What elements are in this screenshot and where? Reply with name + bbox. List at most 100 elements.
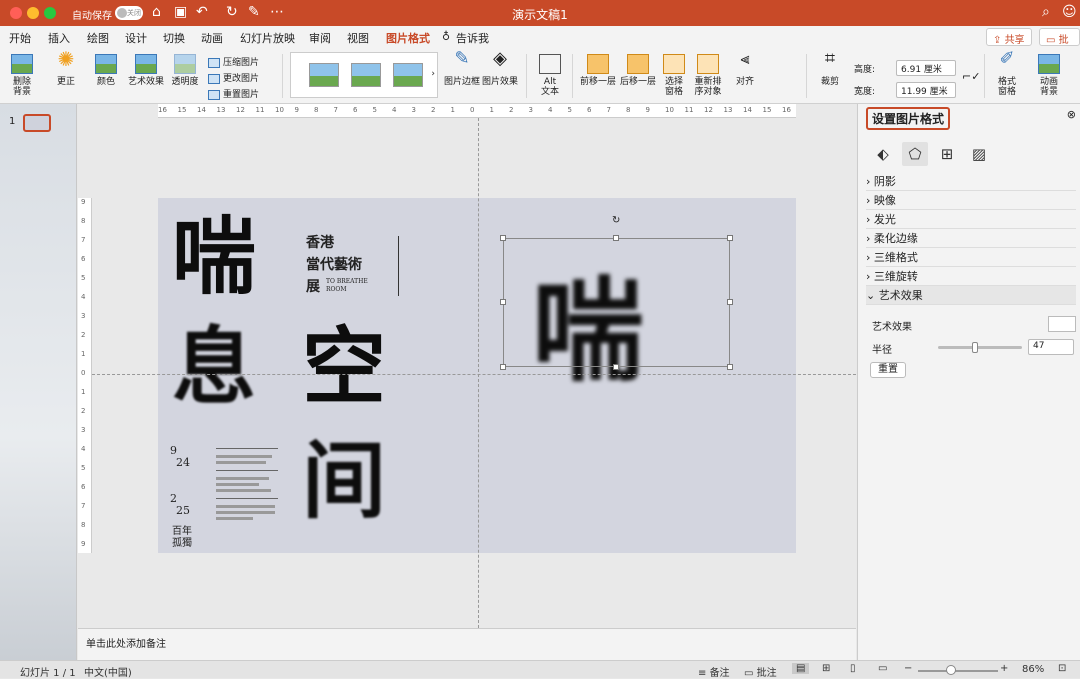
tab-tell-me[interactable]: 告诉我: [456, 30, 489, 46]
picture-style-1[interactable]: [309, 63, 339, 87]
resize-handle[interactable]: [613, 235, 619, 241]
picture-effects-button[interactable]: ◈ 图片效果: [482, 50, 518, 88]
tab-review[interactable]: 审阅: [309, 30, 331, 46]
transparency-button[interactable]: 透明度: [168, 54, 202, 87]
picture-style-2[interactable]: [351, 63, 381, 87]
ruler-tick-label: 3: [81, 312, 86, 320]
section-glow[interactable]: › 发光: [866, 210, 1076, 229]
language-indicator[interactable]: 中文(中国): [84, 664, 132, 679]
tab-slideshow[interactable]: 幻灯片放映: [240, 30, 295, 46]
zoom-slider-knob[interactable]: [946, 665, 956, 675]
slide-thumbnail[interactable]: [23, 114, 51, 132]
rotate-handle-icon[interactable]: ↻: [612, 215, 620, 226]
zoom-slider[interactable]: [918, 670, 998, 672]
bring-forward-button[interactable]: 前移一层: [580, 54, 616, 87]
resize-handle[interactable]: [727, 299, 733, 305]
resize-handle[interactable]: [613, 364, 619, 370]
comments-toggle[interactable]: ▭ 批注: [744, 664, 777, 679]
resize-handle[interactable]: [500, 235, 506, 241]
effects-pentagon-icon[interactable]: ⬠: [902, 142, 928, 166]
radius-label: 半径: [872, 345, 892, 356]
reset-picture-button[interactable]: 重置图片: [208, 87, 259, 100]
corrections-button[interactable]: ✺ 更正: [50, 49, 82, 87]
ruler-tick-label: 4: [81, 293, 86, 301]
notes-toggle[interactable]: ≡ 备注: [698, 664, 730, 679]
resize-handle[interactable]: [500, 299, 506, 305]
fit-slide-icon[interactable]: ⊡: [1058, 663, 1066, 674]
artistic-effects-button[interactable]: 艺术效果: [126, 54, 166, 87]
tab-animations[interactable]: 动画: [201, 30, 223, 46]
picture-style-3[interactable]: [393, 63, 423, 87]
fill-line-icon[interactable]: ⬖: [870, 142, 896, 166]
picture-border-button[interactable]: ✎ 图片边框: [444, 50, 480, 88]
section-artistic-effects[interactable]: ⌄ 艺术效果: [866, 286, 1076, 305]
picture-styles-gallery: ›: [290, 52, 438, 98]
crop-button[interactable]: ⌗ 裁剪: [814, 50, 846, 88]
radius-slider[interactable]: [938, 342, 1022, 353]
normal-view-icon[interactable]: ▤: [792, 663, 810, 674]
section-shadow[interactable]: › 阴影: [866, 172, 1076, 191]
ribbon-divider: [806, 54, 807, 98]
tab-insert[interactable]: 插入: [48, 30, 70, 46]
zoom-out-icon[interactable]: −: [904, 663, 912, 674]
height-field[interactable]: 6.91 厘米: [896, 60, 956, 76]
animated-background-button[interactable]: 动画 背景: [1034, 54, 1064, 97]
reset-button[interactable]: 重置: [870, 362, 906, 378]
ruler-tick-label: 5: [81, 274, 86, 282]
slideshow-icon[interactable]: ▭: [878, 663, 887, 674]
color-button[interactable]: 颜色: [90, 54, 122, 87]
reset-picture-icon: [208, 89, 220, 100]
tab-picture-format[interactable]: 图片格式: [386, 30, 430, 50]
ruler-tick-label: 4: [548, 106, 553, 114]
share-button[interactable]: ⇪ 共享: [986, 28, 1032, 46]
width-field[interactable]: 11.99 厘米: [896, 82, 956, 98]
artistic-effect-dropdown[interactable]: [1048, 316, 1076, 332]
section-3d-format[interactable]: › 三维格式: [866, 248, 1076, 267]
zoom-in-icon[interactable]: +: [1000, 663, 1008, 674]
date-day-start: 24: [176, 456, 190, 469]
format-pane-button[interactable]: ✐ 格式 窗格: [992, 50, 1022, 98]
section-3d-rotation[interactable]: › 三维旋转: [866, 267, 1076, 286]
picture-icon[interactable]: ▨: [966, 142, 992, 166]
resize-handle[interactable]: [500, 364, 506, 370]
radius-field[interactable]: 47: [1028, 339, 1074, 355]
ribbon-toolbar: 删除 背景 ✺ 更正 颜色 艺术效果 透明度 压缩图片 更改图片 重置图片 › ✎…: [0, 48, 1080, 104]
reorder-objects-button[interactable]: 重新排 序对象: [692, 54, 724, 97]
ruler-tick-label: 9: [645, 106, 650, 114]
ribbon-divider: [984, 54, 985, 98]
ruler-tick-label: 13: [723, 106, 733, 114]
vertical-guide[interactable]: [478, 118, 479, 628]
selected-picture-frame[interactable]: [503, 238, 730, 367]
alt-text-button[interactable]: Alt 文本: [536, 54, 564, 97]
compress-pictures-button[interactable]: 压缩图片: [208, 55, 259, 68]
remove-background-button[interactable]: 删除 背景: [6, 54, 38, 97]
tab-home[interactable]: 开始: [9, 30, 31, 46]
tab-view[interactable]: 视图: [347, 30, 369, 46]
size-properties-icon[interactable]: ⊞: [934, 142, 960, 166]
lock-aspect-icon[interactable]: ⌐✓: [962, 70, 980, 83]
tab-draw[interactable]: 绘图: [87, 30, 109, 46]
account-icon[interactable]: ☺: [1062, 4, 1077, 20]
slide-sorter-icon[interactable]: ⊞: [822, 663, 830, 674]
gallery-more-icon[interactable]: ›: [431, 69, 435, 79]
send-backward-button[interactable]: 后移一层: [620, 54, 656, 87]
comment-button[interactable]: ▭ 批注: [1039, 28, 1080, 61]
search-icon[interactable]: ⌕: [1042, 4, 1050, 20]
resize-handle[interactable]: [727, 235, 733, 241]
horizontal-guide[interactable]: [92, 374, 856, 375]
tab-transitions[interactable]: 切换: [163, 30, 185, 46]
reading-view-icon[interactable]: ▯: [850, 663, 856, 674]
section-soft-edges[interactable]: › 柔化边缘: [866, 229, 1076, 248]
change-picture-button[interactable]: 更改图片: [208, 71, 259, 84]
zoom-level[interactable]: 86%: [1022, 664, 1044, 675]
section-reflection[interactable]: › 映像: [866, 191, 1076, 210]
height-label: 高度:: [854, 65, 876, 75]
resize-handle[interactable]: [727, 364, 733, 370]
notes-pane[interactable]: 单击此处添加备注: [78, 628, 856, 660]
radius-slider-knob[interactable]: [971, 342, 978, 353]
selection-pane-button[interactable]: 选择 窗格: [660, 54, 688, 97]
horizontal-ruler: 16 15 14 13 12 11 10 9 8 7 6 5 4 3 2 1 0 1 2 3 4 5 6 7 8 9 10 11 12 1…: [158, 104, 796, 118]
align-button[interactable]: ⫷ 对齐: [730, 51, 760, 88]
tab-design[interactable]: 设计: [125, 30, 147, 46]
close-pane-icon[interactable]: ⊗: [1067, 108, 1076, 121]
